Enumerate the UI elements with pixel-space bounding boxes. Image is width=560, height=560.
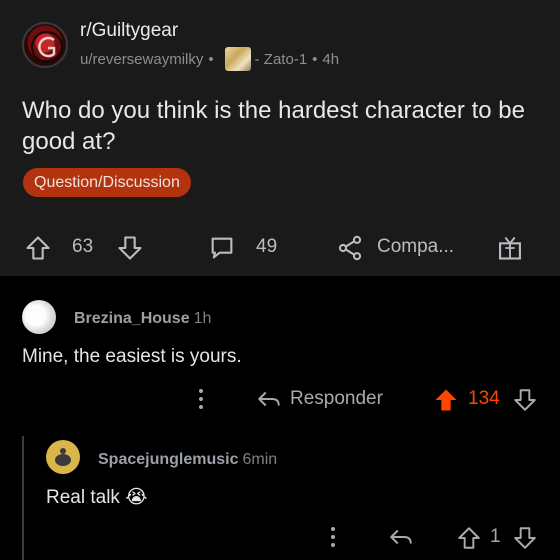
downvote-icon [514, 527, 536, 549]
comments-button[interactable] [208, 234, 236, 262]
subreddit-avatar[interactable] [22, 22, 68, 68]
more-icon [331, 527, 335, 547]
comment-vote-count: 1 [490, 526, 501, 547]
comment-icon [211, 237, 233, 259]
reply-icon [258, 391, 280, 407]
share-icon [338, 235, 362, 261]
downvote-icon [514, 389, 536, 411]
post-flair[interactable]: Question/Discussion [23, 168, 191, 197]
comment-more-button[interactable] [326, 524, 340, 550]
upvote-icon [458, 527, 480, 549]
post-title[interactable]: Who do you think is the hardest characte… [22, 95, 542, 157]
reply-button[interactable] [388, 524, 414, 550]
share-label[interactable]: Compa... [377, 236, 454, 258]
reply-icon [390, 529, 412, 545]
comment-downvote-button[interactable] [512, 524, 538, 552]
post-card: r/Guiltygear u/reversewaymilky • - Zato-… [0, 0, 560, 276]
meta-separator: • [208, 50, 214, 68]
comment-upvote-button[interactable] [432, 386, 460, 414]
user-flair-image [224, 47, 251, 71]
share-button[interactable] [336, 234, 364, 262]
post-age: 4h [322, 50, 340, 68]
downvote-icon [118, 236, 142, 260]
post-vote-count: 63 [72, 236, 94, 257]
comment-downvote-button[interactable] [512, 386, 538, 414]
comment-count: 49 [256, 236, 278, 257]
comment-author[interactable]: Spacejunglemusic [98, 451, 239, 468]
upvote-icon [26, 236, 50, 260]
comment-actions: 1 [0, 524, 560, 554]
more-icon [199, 389, 203, 409]
award-icon [499, 236, 521, 260]
comment-avatar[interactable] [46, 440, 80, 474]
comment-actions: Responder 134 [0, 386, 560, 416]
comment-time: 6min [242, 451, 278, 468]
reply-button[interactable]: Responder [256, 386, 383, 412]
post-downvote-button[interactable] [116, 234, 144, 262]
comment-more-button[interactable] [194, 386, 208, 412]
post-actions: 63 49 Compa... [0, 228, 560, 268]
comment-author[interactable]: Brezina_House [74, 310, 190, 327]
comment-body: Mine, the easiest is yours. [22, 346, 242, 367]
meta-separator: • [312, 50, 318, 68]
comment-author-line: Spacejunglemusic 6min [98, 451, 277, 469]
reply-label: Responder [290, 388, 383, 409]
award-button[interactable] [496, 234, 524, 262]
post-meta: u/reversewaymilky • - Zato-1 • 4h [80, 47, 339, 71]
comment-avatar[interactable] [22, 300, 56, 334]
post-author[interactable]: u/reversewaymilky [80, 51, 203, 68]
subreddit-name[interactable]: r/Guiltygear [80, 20, 178, 42]
comment-author-line: Brezina_House 1h [74, 310, 211, 328]
comment-time: 1h [193, 310, 212, 327]
comment-upvote-button[interactable] [456, 524, 482, 552]
post-upvote-button[interactable] [24, 234, 52, 262]
comment-vote-count: 134 [468, 388, 500, 409]
user-flair: - Zato-1 [254, 50, 308, 68]
upvote-icon [435, 389, 457, 411]
comment-body: Real talk 😭 [46, 487, 148, 508]
